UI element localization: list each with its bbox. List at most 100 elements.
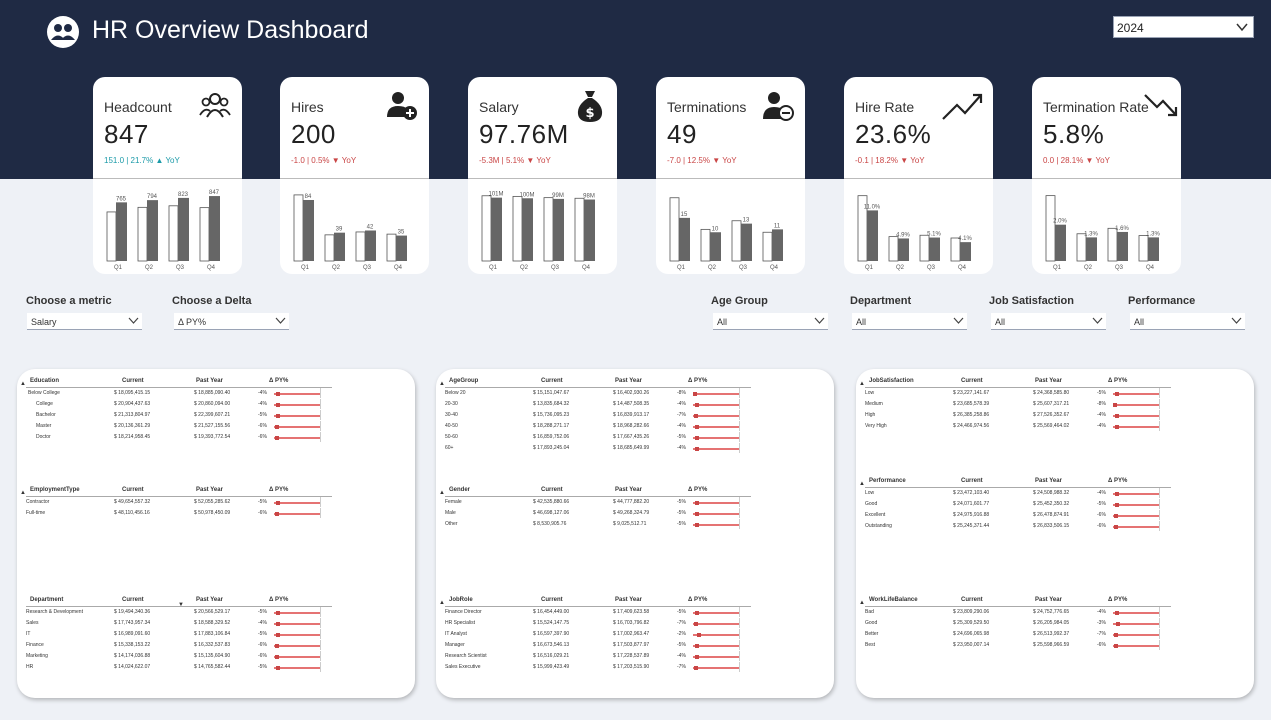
column-header[interactable]: Department [30, 597, 63, 603]
column-header[interactable]: Δ PY% [688, 597, 707, 603]
table-row[interactable]: Male $ 46,698,127.06 $ 49,268,324.79 -5% [445, 508, 751, 521]
column-header[interactable]: Past Year [615, 378, 642, 384]
past-year-value: $ 24,752,776.65 [1033, 609, 1070, 615]
delta-axis [739, 443, 740, 453]
past-year-value: $ 24,368,585.80 [1033, 390, 1070, 396]
column-header[interactable]: Past Year [1035, 478, 1062, 484]
table-row[interactable]: Better $ 24,696,065.98 $ 26,513,992.37 -7% [865, 629, 1171, 642]
sort-desc-icon[interactable]: ▼ [178, 602, 184, 608]
table-row[interactable]: 30-40 $ 15,736,095.23 $ 16,839,913.17 -7% [445, 410, 751, 423]
table-row[interactable]: Low $ 23,227,141.67 $ 24,368,585.80 -5% [865, 388, 1171, 401]
column-header[interactable]: Current [961, 478, 983, 484]
column-header[interactable]: Past Year [1035, 597, 1062, 603]
table-row[interactable]: Finance Director $ 16,454,449.00 $ 17,409,… [445, 607, 751, 620]
current-year-bar [522, 198, 533, 261]
department-filter[interactable]: All [852, 313, 967, 330]
table-row[interactable]: Sales Executive $ 15,999,423.49 $ 17,203,5… [445, 662, 751, 675]
table-row[interactable]: Bachelor $ 21,313,804.97 $ 22,399,607.21 -5… [26, 410, 332, 423]
age-group-filter[interactable]: All [713, 313, 828, 330]
table-row[interactable]: Female $ 42,535,880.66 $ 44,777,882.20 -5% [445, 497, 751, 510]
table-row[interactable]: 20-30 $ 13,835,684.32 $ 14,487,508.35 -4% [445, 399, 751, 412]
kpi-card-salary[interactable]: Salary 97.76M -5.3M | 5.1% ▼ YoY $ 101M Q… [468, 77, 617, 274]
table-row[interactable]: Full-time $ 48,110,456.16 $ 50,978,450.09 -… [26, 508, 332, 521]
table-row[interactable]: Below 20 $ 15,151,047.67 $ 16,402,930.26 -8… [445, 388, 751, 401]
delta-selector[interactable]: Δ PY% [174, 313, 289, 330]
column-header[interactable]: EmploymentType [30, 487, 80, 493]
delta-axis [320, 629, 321, 639]
column-header[interactable]: Current [541, 487, 563, 493]
table-row[interactable]: Finance $ 15,338,153.22 $ 16,332,537.83 -6% [26, 640, 332, 653]
column-header[interactable]: Current [961, 378, 983, 384]
column-header[interactable]: WorkLifeBalance [869, 597, 918, 603]
kpi-chart: 84 Q1 39 Q2 42 Q3 35 Q4 [293, 194, 407, 271]
column-header[interactable]: AgeGroup [449, 378, 478, 384]
kpi-card-hires[interactable]: Hires 200 -1.0 | 0.5% ▼ YoY 84 Q1 39 Q2 42 Q3… [280, 77, 429, 274]
table-row[interactable]: 50-60 $ 16,859,752.06 $ 17,667,435.26 -5% [445, 432, 751, 445]
table-row[interactable]: Sales $ 17,743,957.34 $ 18,588,329.52 -4% [26, 618, 332, 631]
table-row[interactable]: Doctor $ 18,214,958.45 $ 19,393,772.54 -6% [26, 432, 332, 445]
performance-filter[interactable]: All [1130, 313, 1245, 330]
column-header[interactable]: Past Year [196, 487, 223, 493]
table-row[interactable]: HR $ 14,024,622.07 $ 14,765,582.44 -5% [26, 662, 332, 675]
column-header[interactable]: Δ PY% [688, 487, 707, 493]
column-header[interactable]: Current [122, 597, 144, 603]
column-header[interactable]: Δ PY% [1108, 378, 1127, 384]
table-row[interactable]: Research Scientist $ 16,516,029.21 $ 17,22… [445, 651, 751, 664]
column-header[interactable]: Current [122, 378, 144, 384]
table-row[interactable]: Medium $ 23,685,578.39 $ 25,607,317.21 -8% [865, 399, 1171, 412]
metric-selector[interactable]: Salary [27, 313, 142, 330]
column-header[interactable]: Past Year [1035, 378, 1062, 384]
column-header[interactable]: Performance [869, 478, 906, 484]
table-row[interactable]: IT Analyst $ 16,597,397.90 $ 17,002,963.47… [445, 629, 751, 642]
kpi-card-terminations[interactable]: Terminations 49 -7.0 | 12.5% ▼ YoY 15 Q1 1… [656, 77, 805, 274]
column-header[interactable]: Education [30, 378, 59, 384]
table-row[interactable]: 60+ $ 17,893,245.04 $ 18,685,649.99 -4% [445, 443, 751, 456]
column-header[interactable]: Past Year [615, 597, 642, 603]
column-header[interactable]: Current [122, 487, 144, 493]
table-row[interactable]: Below College $ 18,095,415.15 $ 18,885,090… [26, 388, 332, 401]
column-header[interactable]: Δ PY% [1108, 597, 1127, 603]
column-header[interactable]: Δ PY% [269, 487, 288, 493]
table-row[interactable]: Research & Development $ 19,494,340.36 $ 2… [26, 607, 332, 620]
column-header[interactable]: JobSatisfaction [869, 378, 914, 384]
table-row[interactable]: HR Specialist $ 15,524,147.75 $ 16,703,796… [445, 618, 751, 631]
column-header[interactable]: Gender [449, 487, 470, 493]
column-header[interactable]: Current [541, 597, 563, 603]
table-row[interactable]: Low $ 23,472,103.40 $ 24,508,988.32 -4% [865, 488, 1171, 501]
column-header[interactable]: Current [541, 378, 563, 384]
table-row[interactable]: Excellent $ 24,975,916.88 $ 26,478,874.91 -… [865, 510, 1171, 523]
delta-value: -7% [677, 664, 686, 670]
delta-marker [1115, 492, 1120, 496]
table-row[interactable]: Other $ 8,530,905.76 $ 9,025,512.71 -5% [445, 519, 751, 532]
column-header[interactable]: Past Year [196, 378, 223, 384]
table-row[interactable]: Very High $ 24,466,974.56 $ 25,569,464.02 -… [865, 421, 1171, 434]
past-year-value: $ 16,839,913.17 [613, 412, 650, 418]
column-header[interactable]: JobRole [449, 597, 473, 603]
table-row[interactable]: IT $ 16,989,091.60 $ 17,883,106.84 -5% [26, 629, 332, 642]
kpi-value: 200 [291, 119, 336, 149]
table-row[interactable]: High $ 26,385,258.86 $ 27,526,352.67 -4% [865, 410, 1171, 423]
column-header[interactable]: Δ PY% [269, 378, 288, 384]
kpi-card-hire-rate[interactable]: Hire Rate 23.6% -0.1 | 18.2% ▼ YoY 11.0%… [844, 77, 993, 274]
table-row[interactable]: Marketing $ 14,174,036.88 $ 15,135,604.90 -… [26, 651, 332, 664]
column-header[interactable]: Δ PY% [1108, 478, 1127, 484]
year-dropdown[interactable]: 2024 [1113, 16, 1254, 38]
table-row[interactable]: Best $ 23,950,007.14 $ 25,598,966.59 -6% [865, 640, 1171, 653]
table-row[interactable]: Outstanding $ 25,245,371.44 $ 26,833,506.1… [865, 521, 1171, 534]
job-satisfaction-filter[interactable]: All [991, 313, 1106, 330]
column-header[interactable]: Δ PY% [688, 378, 707, 384]
table-row[interactable]: Manager $ 16,673,546.13 $ 17,503,877.97 -5% [445, 640, 751, 653]
table-row[interactable]: Master $ 20,136,361.29 $ 21,527,155.56 -6% [26, 421, 332, 434]
column-header[interactable]: Δ PY% [269, 597, 288, 603]
table-row[interactable]: 40-50 $ 18,288,271.17 $ 18,968,282.66 -4% [445, 421, 751, 434]
table-row[interactable]: College $ 20,904,437.63 $ 20,860,094.00 -4% [26, 399, 332, 412]
kpi-card-termination-rate[interactable]: Termination Rate 5.8% 0.0 | 28.1% ▼ YoY … [1032, 77, 1181, 274]
column-header[interactable]: Current [961, 597, 983, 603]
table-row[interactable]: Contractor $ 49,654,557.32 $ 52,055,285.62… [26, 497, 332, 510]
kpi-card-headcount[interactable]: Headcount 847 151.0 | 21.7% ▲ YoY 765 Q1 7… [93, 77, 242, 274]
table-row[interactable]: Good $ 25,309,529.50 $ 26,205,984.05 -3% [865, 618, 1171, 631]
table-row[interactable]: Good $ 24,071,601.77 $ 25,452,350.32 -5% [865, 499, 1171, 512]
column-header[interactable]: Past Year [615, 487, 642, 493]
table-row[interactable]: Bad $ 23,809,290.06 $ 24,752,776.65 -4% [865, 607, 1171, 620]
column-header[interactable]: Past Year [196, 597, 223, 603]
